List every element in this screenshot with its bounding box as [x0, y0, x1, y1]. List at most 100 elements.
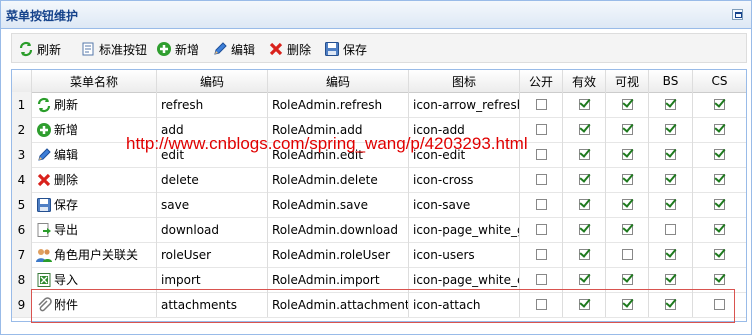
- column-header-icon[interactable]: 图标: [409, 70, 520, 92]
- row-number: 3: [12, 142, 32, 167]
- bs-checkbox[interactable]: [665, 274, 676, 285]
- valid-checkbox[interactable]: [578, 249, 590, 260]
- cs-checkbox[interactable]: [714, 99, 725, 110]
- public-cell: [520, 292, 563, 317]
- save-button[interactable]: 保存: [324, 40, 367, 58]
- cs-checkbox[interactable]: [714, 174, 725, 185]
- maximize-icon[interactable]: [732, 9, 743, 20]
- standard-button[interactable]: 标准按钮: [80, 40, 147, 58]
- column-header-public[interactable]: 公开: [520, 70, 563, 92]
- table-row[interactable]: 1 刷新 refresh RoleAdmin.refresh icon-arrow_re…: [12, 92, 746, 118]
- public-checkbox[interactable]: [535, 249, 547, 260]
- table-row[interactable]: 9 附件 attachments RoleAdmin.attachments icon-…: [12, 292, 746, 318]
- public-checkbox[interactable]: [535, 174, 547, 185]
- cs-checkbox[interactable]: [714, 249, 725, 260]
- code-cell: attachments: [157, 292, 268, 317]
- valid-checkbox[interactable]: [578, 224, 590, 235]
- public-checkbox[interactable]: [535, 274, 547, 285]
- table-row[interactable]: 6 导出 download RoleAdmin.download icon-page_w…: [12, 217, 746, 243]
- column-header-visible[interactable]: 可视: [606, 70, 649, 92]
- column-header-name[interactable]: 菜单名称: [32, 70, 157, 92]
- valid-checkbox[interactable]: [578, 199, 590, 210]
- table-row[interactable]: 5 保存 save RoleAdmin.save icon-save: [12, 192, 746, 218]
- table-row[interactable]: 8 导入 import RoleAdmin.import icon-page_white…: [12, 267, 746, 293]
- menu-name-cell: 保存: [32, 192, 157, 217]
- bs-checkbox[interactable]: [665, 149, 676, 160]
- full-code-cell: RoleAdmin.download: [268, 217, 409, 242]
- visible-checkbox[interactable]: [621, 199, 633, 210]
- menu-name: 删除: [54, 173, 79, 187]
- menu-name: 新增: [54, 123, 79, 137]
- column-header-bs[interactable]: BS: [649, 70, 693, 92]
- public-checkbox[interactable]: [535, 124, 547, 135]
- bs-checkbox[interactable]: [665, 174, 676, 185]
- add-button[interactable]: 新增: [156, 40, 199, 58]
- bs-cell: [649, 117, 693, 142]
- row-number: 1: [12, 92, 32, 117]
- refresh-button[interactable]: 刷新: [18, 40, 61, 58]
- table-row[interactable]: 7 角色用户关联关 roleUser RoleAdmin.roleUser icon-u…: [12, 242, 746, 268]
- table-row[interactable]: 4 删除 delete RoleAdmin.delete icon-cross: [12, 167, 746, 193]
- public-checkbox[interactable]: [535, 149, 547, 160]
- bs-cell: [649, 292, 693, 317]
- bs-checkbox[interactable]: [665, 99, 676, 110]
- visible-checkbox[interactable]: [621, 224, 633, 235]
- bs-checkbox[interactable]: [665, 199, 676, 210]
- visible-cell: [606, 92, 649, 117]
- row-number: 6: [12, 217, 32, 242]
- add-icon: [156, 41, 172, 57]
- valid-checkbox[interactable]: [578, 299, 590, 310]
- column-header-full-code[interactable]: 编码: [268, 70, 409, 92]
- bs-checkbox[interactable]: [665, 299, 676, 310]
- delete-icon: [36, 172, 52, 188]
- menu-name: 附件: [54, 298, 79, 312]
- cs-checkbox[interactable]: [714, 224, 725, 235]
- valid-cell: [563, 292, 606, 317]
- cs-checkbox[interactable]: [714, 299, 725, 310]
- visible-checkbox[interactable]: [621, 174, 633, 185]
- column-header-valid[interactable]: 有效: [563, 70, 606, 92]
- menu-name: 保存: [54, 198, 79, 212]
- menu-button-panel: 菜单按钮维护 刷新 标准按钮 新增 编辑 删除 保存 菜单名称 编码 编码 图标…: [0, 0, 752, 335]
- icon-name-cell: icon-page_white_g: [409, 217, 520, 242]
- valid-checkbox[interactable]: [578, 174, 590, 185]
- bs-checkbox[interactable]: [665, 249, 676, 260]
- public-checkbox[interactable]: [535, 224, 547, 235]
- public-checkbox[interactable]: [535, 199, 547, 210]
- cs-checkbox[interactable]: [714, 274, 725, 285]
- url-watermark: http://www.cnblogs.com/spring_wang/p/420…: [126, 134, 528, 153]
- cs-cell: [693, 192, 746, 217]
- visible-checkbox[interactable]: [621, 149, 633, 160]
- valid-checkbox[interactable]: [578, 99, 590, 110]
- full-code-cell: RoleAdmin.attachments: [268, 292, 409, 317]
- delete-button[interactable]: 删除: [268, 40, 311, 58]
- cs-checkbox[interactable]: [714, 199, 725, 210]
- full-code-cell: RoleAdmin.roleUser: [268, 242, 409, 267]
- users-icon: [36, 247, 52, 263]
- public-checkbox[interactable]: [535, 99, 547, 110]
- grid-header-row: 菜单名称 编码 编码 图标 公开 有效 可视 BS CS: [12, 70, 746, 93]
- bs-cell: [649, 92, 693, 117]
- cs-checkbox[interactable]: [714, 124, 725, 135]
- edit-button[interactable]: 编辑: [212, 40, 255, 58]
- valid-checkbox[interactable]: [578, 124, 590, 135]
- column-header-code[interactable]: 编码: [157, 70, 268, 92]
- cs-checkbox[interactable]: [714, 149, 725, 160]
- bs-checkbox[interactable]: [665, 124, 676, 135]
- visible-checkbox[interactable]: [621, 274, 633, 285]
- bs-cell: [649, 242, 693, 267]
- column-header-cs[interactable]: CS: [693, 70, 746, 92]
- valid-checkbox[interactable]: [578, 149, 590, 160]
- public-checkbox[interactable]: [535, 299, 547, 310]
- visible-checkbox[interactable]: [621, 249, 633, 260]
- visible-cell: [606, 142, 649, 167]
- icon-name-cell: icon-users: [409, 242, 520, 267]
- visible-checkbox[interactable]: [621, 99, 633, 110]
- valid-cell: [563, 192, 606, 217]
- visible-checkbox[interactable]: [621, 299, 633, 310]
- bs-checkbox[interactable]: [665, 224, 676, 235]
- visible-checkbox[interactable]: [621, 124, 633, 135]
- save-icon: [36, 197, 52, 213]
- valid-checkbox[interactable]: [578, 274, 590, 285]
- cs-cell: [693, 117, 746, 142]
